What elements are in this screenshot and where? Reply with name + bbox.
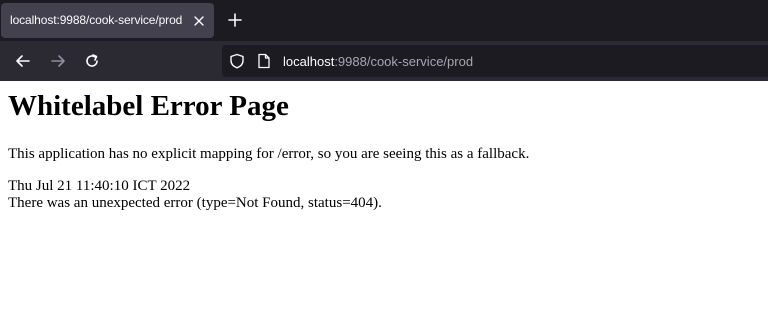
error-timestamp: Thu Jul 21 11:40:10 ICT 2022 [8, 178, 191, 194]
tab-active[interactable]: localhost:9988/cook-service/prod [1, 3, 214, 38]
close-icon[interactable] [190, 12, 208, 30]
url-path: :9988/cook-service/prod [334, 54, 474, 69]
tab-title: localhost:9988/cook-service/prod [10, 13, 183, 27]
arrow-right-icon[interactable] [46, 49, 70, 73]
fallback-message: This application has no explicit mapping… [8, 146, 530, 162]
url-text: localhost:9988/cook-service/prod [283, 54, 473, 69]
url-host: localhost [283, 54, 335, 69]
shield-icon[interactable] [229, 53, 245, 69]
page-icon[interactable] [257, 53, 271, 69]
plus-icon[interactable] [224, 9, 246, 31]
address-bar[interactable]: localhost:9988/cook-service/prod [222, 45, 768, 77]
page-content: Whitelabel Error Page This application h… [0, 81, 768, 317]
page-title: Whitelabel Error Page [8, 90, 289, 122]
arrow-left-icon[interactable] [11, 49, 35, 73]
error-details: There was an unexpected error (type=Not … [8, 195, 382, 211]
reload-icon[interactable] [80, 49, 104, 73]
tab-strip: localhost:9988/cook-service/prod [0, 0, 768, 41]
navigation-toolbar: localhost:9988/cook-service/prod [0, 41, 768, 81]
